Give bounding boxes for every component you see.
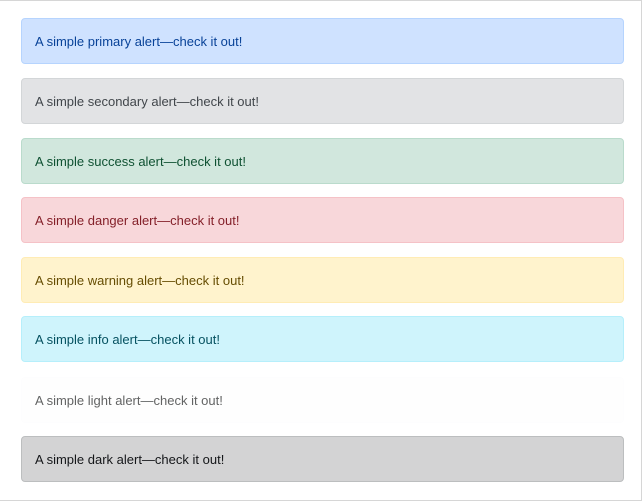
alert-danger: A simple danger alert—check it out! <box>21 197 624 243</box>
alert-primary: A simple primary alert—check it out! <box>21 18 624 64</box>
alert-success: A simple success alert—check it out! <box>21 138 624 184</box>
alert-info: A simple info alert—check it out! <box>21 316 624 362</box>
alert-secondary: A simple secondary alert—check it out! <box>21 78 624 124</box>
alerts-container: A simple primary alert—check it out! A s… <box>0 0 642 501</box>
alert-warning: A simple warning alert—check it out! <box>21 257 624 303</box>
alert-light: A simple light alert—check it out! <box>21 377 624 423</box>
alert-dark: A simple dark alert—check it out! <box>21 436 624 482</box>
